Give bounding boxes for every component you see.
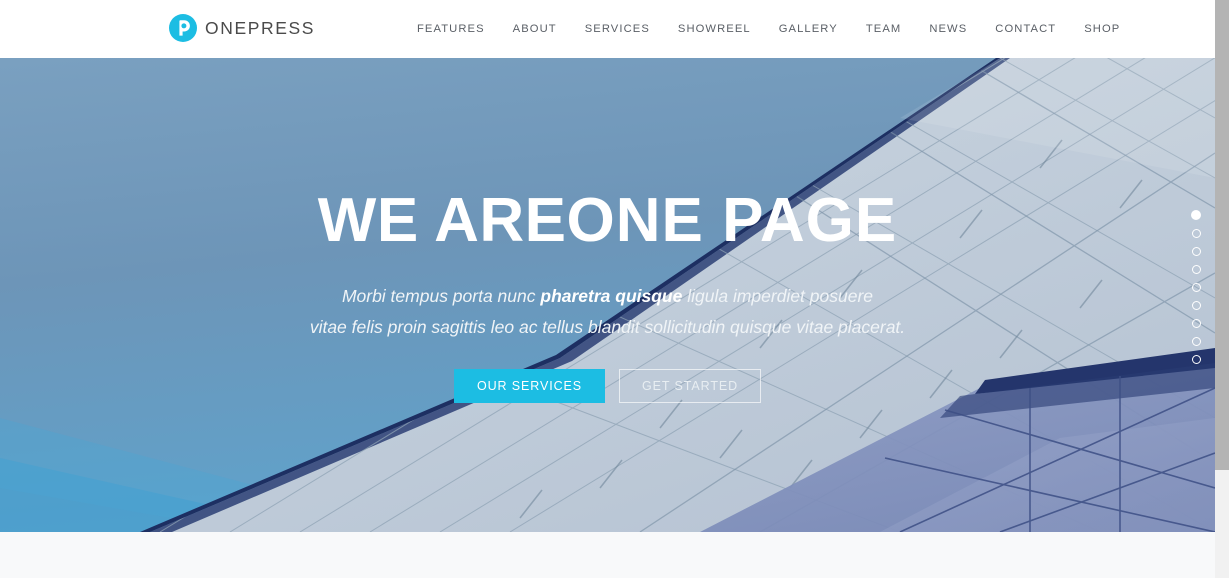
hero-subtitle-bold: pharetra quisque bbox=[540, 286, 683, 306]
hero-subtitle-post: ligula imperdiet posuere bbox=[682, 286, 874, 306]
hero-subtitle-line2: vitae felis proin sagittis leo ac tellus… bbox=[309, 317, 906, 338]
hero-section: WE AREONE PAGE Morbi tempus porta nunc p… bbox=[0, 58, 1215, 532]
slider-dot-1[interactable] bbox=[1191, 210, 1201, 220]
slider-dot-navigation bbox=[1191, 210, 1201, 364]
nav-item-news[interactable]: NEWS bbox=[915, 0, 981, 58]
hero-subtitle-pre: Morbi tempus porta nunc bbox=[341, 286, 541, 306]
slider-dot-6[interactable] bbox=[1191, 301, 1201, 310]
hero-title: WE AREONE PAGE bbox=[318, 190, 897, 252]
page-scrollbar-track[interactable] bbox=[1215, 0, 1229, 578]
nav-item-team[interactable]: TEAM bbox=[852, 0, 915, 58]
hero-title-strong: WE ARE bbox=[317, 186, 567, 255]
slider-dot-9[interactable] bbox=[1191, 355, 1201, 364]
nav-item-services[interactable]: SERVICES bbox=[571, 0, 664, 58]
slider-dot-2[interactable] bbox=[1191, 229, 1201, 238]
nav-item-features[interactable]: FEATURES bbox=[417, 0, 499, 58]
our-services-button[interactable]: OUR SERVICES bbox=[453, 369, 605, 404]
get-started-button[interactable]: GET STARTED bbox=[619, 369, 762, 404]
hero-action-buttons: OUR SERVICES GET STARTED bbox=[453, 369, 762, 404]
nav-item-about[interactable]: ABOUT bbox=[499, 0, 571, 58]
slider-dot-5[interactable] bbox=[1191, 283, 1201, 292]
nav-item-shop[interactable]: SHOP bbox=[1070, 0, 1134, 58]
nav-item-contact[interactable]: CONTACT bbox=[981, 0, 1070, 58]
hero-title-light: ONE PAGE bbox=[566, 186, 898, 255]
hero-content: WE AREONE PAGE Morbi tempus porta nunc p… bbox=[0, 58, 1215, 532]
brand-name-text: ONEPRESS bbox=[205, 17, 316, 38]
site-header: ONEPRESS FEATURES ABOUT SERVICES SHOWREE… bbox=[0, 0, 1215, 58]
brand-logo-link[interactable]: ONEPRESS bbox=[168, 13, 315, 43]
page-scrollbar-thumb[interactable] bbox=[1215, 0, 1229, 470]
slider-dot-7[interactable] bbox=[1191, 319, 1201, 328]
slider-dot-3[interactable] bbox=[1191, 247, 1201, 256]
slider-dot-8[interactable] bbox=[1191, 337, 1201, 346]
main-navigation: FEATURES ABOUT SERVICES SHOWREEL GALLERY… bbox=[417, 0, 1134, 58]
nav-item-showreel[interactable]: SHOWREEL bbox=[664, 0, 765, 58]
slider-dot-4[interactable] bbox=[1191, 265, 1201, 274]
hero-subtitle: Morbi tempus porta nunc pharetra quisque… bbox=[310, 281, 905, 343]
nav-item-gallery[interactable]: GALLERY bbox=[765, 0, 852, 58]
below-fold-section bbox=[0, 532, 1215, 578]
onepress-circle-p-logo-icon bbox=[168, 13, 198, 43]
